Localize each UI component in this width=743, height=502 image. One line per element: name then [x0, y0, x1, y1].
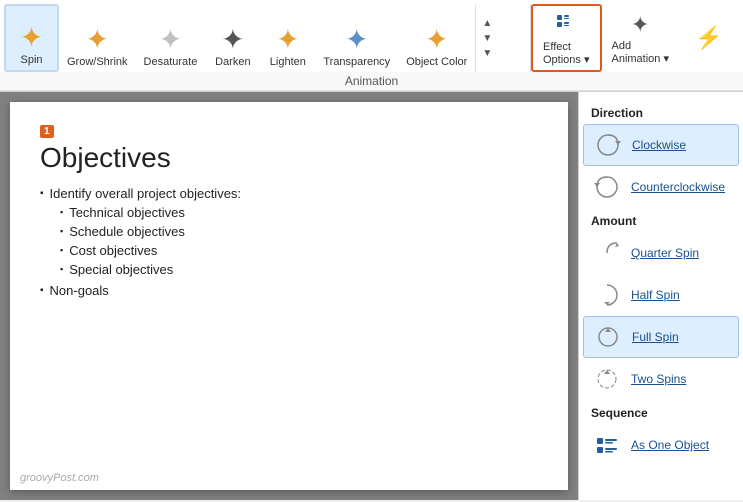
sub-list: Technical objectives Schedule objectives…	[40, 205, 538, 277]
anim-trans[interactable]: ✦ Transparency	[315, 4, 398, 72]
add-animation-icon: ✦	[631, 12, 649, 38]
slide-content: Identify overall project objectives: Tec…	[40, 186, 538, 298]
slide-area: 1 Objectives Identify overall project ob…	[0, 92, 578, 500]
clockwise-label: Clockwise	[632, 138, 686, 152]
sub-bullet-2: Schedule objectives	[60, 224, 538, 239]
trans-icon: ✦	[345, 26, 368, 54]
main: 1 Objectives Identify overall project ob…	[0, 92, 743, 500]
desat-label: Desaturate	[144, 56, 198, 68]
clockwise-icon	[592, 129, 624, 161]
bullet-1-text: Identify overall project objectives:	[50, 186, 241, 201]
add-animation-label: AddAnimation ▾	[612, 40, 670, 65]
quarter-spin-icon	[591, 237, 623, 269]
full-spin-item[interactable]: Full Spin	[583, 316, 739, 358]
effect-options-button[interactable]: EffectOptions ▾	[531, 4, 602, 72]
half-spin-label: Half Spin	[631, 288, 680, 302]
counterclockwise-item[interactable]: Counterclockwise	[579, 166, 743, 208]
scroll-more-arrow[interactable]: ▼	[478, 46, 496, 61]
bullet-2: Non-goals	[40, 283, 538, 298]
more-button[interactable]: ⚡	[679, 4, 739, 72]
counterclockwise-label: Counterclockwise	[631, 180, 725, 194]
bullet-1: Identify overall project objectives:	[40, 186, 538, 201]
grow-icon: ✦	[86, 26, 109, 54]
effect-options-label: EffectOptions ▾	[543, 41, 590, 66]
as-one-label: As One Object	[631, 438, 709, 452]
scroll-down-arrow[interactable]: ▼	[478, 31, 496, 46]
animation-bar-label: Animation	[345, 74, 398, 88]
bullet-2-text: Non-goals	[50, 283, 109, 298]
two-spins-icon	[591, 363, 623, 395]
sequence-header: Sequence	[579, 400, 743, 424]
slide-title: Objectives	[40, 142, 538, 174]
ribbon-right: EffectOptions ▾ ✦ AddAnimation ▾ ⚡	[530, 4, 739, 72]
two-spins-item[interactable]: Two Spins	[579, 358, 743, 400]
more-icon: ⚡	[695, 25, 722, 51]
lighten-icon: ✦	[276, 26, 299, 54]
anim-desat[interactable]: ✦ Desaturate	[136, 4, 206, 72]
lighten-label: Lighten	[270, 56, 306, 68]
branding: groovyPost.com	[20, 472, 99, 484]
darken-icon: ✦	[221, 26, 244, 54]
anim-spin[interactable]: ✦ Spin	[4, 4, 59, 72]
full-spin-label: Full Spin	[632, 330, 679, 344]
sub-bullet-1: Technical objectives	[60, 205, 538, 220]
half-spin-icon	[591, 279, 623, 311]
as-one-object-item[interactable]: As One Object	[579, 424, 743, 466]
half-spin-item[interactable]: Half Spin	[579, 274, 743, 316]
quarter-spin-item[interactable]: Quarter Spin	[579, 232, 743, 274]
darken-label: Darken	[215, 56, 250, 68]
objcol-icon: ✦	[425, 26, 448, 54]
ribbon: ✦ Spin ✦ Grow/Shrink ✦ Desaturate ✦ Dark…	[0, 0, 743, 92]
amount-header: Amount	[579, 208, 743, 232]
add-animation-button[interactable]: ✦ AddAnimation ▾	[602, 4, 680, 72]
spin-label: Spin	[20, 54, 42, 66]
quarter-spin-label: Quarter Spin	[631, 246, 699, 260]
two-spins-label: Two Spins	[631, 372, 686, 386]
bullet-list: Identify overall project objectives: Tec…	[40, 186, 538, 298]
anim-lighten[interactable]: ✦ Lighten	[260, 4, 315, 72]
objcol-label: Object Color	[406, 56, 467, 68]
anim-objcol[interactable]: ✦ Object Color	[398, 4, 475, 72]
slide-number: 1	[40, 125, 54, 138]
effect-options-icon	[555, 11, 577, 39]
desat-icon: ✦	[159, 26, 182, 54]
sub-bullet-3: Cost objectives	[60, 243, 538, 258]
spin-icon: ✦	[20, 24, 43, 52]
as-one-icon	[591, 429, 623, 461]
grow-label: Grow/Shrink	[67, 56, 128, 68]
trans-label: Transparency	[323, 56, 390, 68]
full-spin-icon	[592, 321, 624, 353]
dropdown-panel: Direction Clockwise Counterclockwise	[578, 92, 743, 500]
scroll-arrows: ▲ ▼ ▼	[475, 4, 498, 72]
counterclockwise-icon	[591, 171, 623, 203]
sub-bullet-4: Special objectives	[60, 262, 538, 277]
animation-bar: Animation	[0, 72, 743, 91]
ribbon-top: ✦ Spin ✦ Grow/Shrink ✦ Desaturate ✦ Dark…	[0, 0, 743, 72]
clockwise-item[interactable]: Clockwise	[583, 124, 739, 166]
direction-header: Direction	[579, 100, 743, 124]
anim-darken[interactable]: ✦ Darken	[205, 4, 260, 72]
scroll-up-arrow[interactable]: ▲	[478, 16, 496, 31]
anim-grow[interactable]: ✦ Grow/Shrink	[59, 4, 136, 72]
slide: 1 Objectives Identify overall project ob…	[10, 102, 568, 490]
